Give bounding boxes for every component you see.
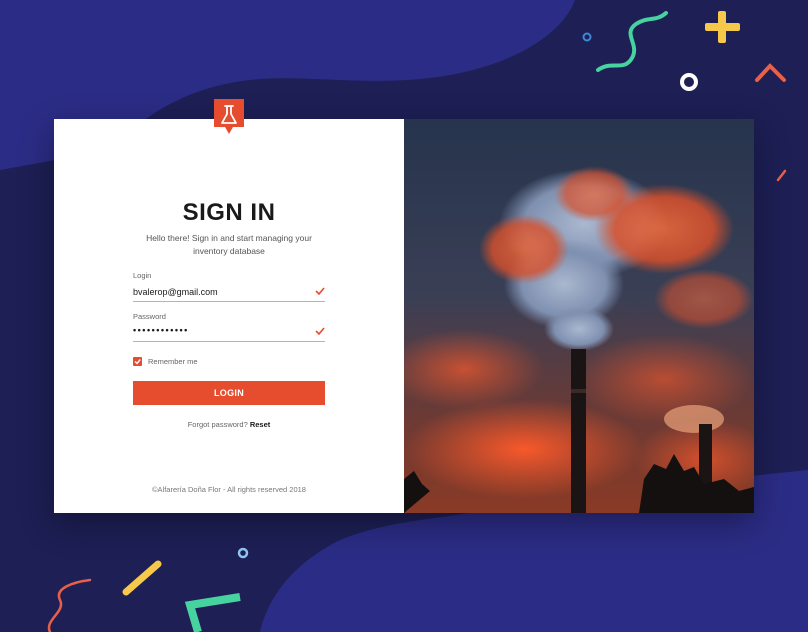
- page-subtitle: Hello there! Sign in and start managing …: [146, 233, 312, 256]
- logo-badge: [214, 99, 244, 135]
- confetti-chevron-orange: [755, 63, 786, 82]
- remember-label: Remember me: [148, 356, 198, 366]
- forgot-password-text: Forgot password?: [187, 420, 248, 429]
- confetti-squiggle-green: [596, 11, 668, 72]
- page-title: SIGN IN: [182, 199, 276, 226]
- forgot-password: Forgot password? Reset: [54, 420, 404, 429]
- checkmark-icon: [315, 287, 325, 295]
- password-label: Password: [133, 312, 166, 321]
- confetti-plus-yellow: [705, 11, 740, 43]
- flask-icon: [214, 99, 244, 134]
- login-button[interactable]: LOGIN: [133, 381, 325, 405]
- login-label: Login: [133, 271, 152, 280]
- checkmark-icon: [315, 327, 325, 335]
- remember-checkbox[interactable]: [133, 356, 142, 366]
- confetti-ring-blue: [582, 32, 592, 42]
- confetti-squiggle-orange: [47, 578, 92, 632]
- hero-image: [404, 119, 754, 513]
- login-value: bvalerop@gmail.com: [133, 287, 218, 297]
- sign-in-panel: SIGN IN Hello there! Sign in and start m…: [54, 99, 404, 513]
- password-field[interactable]: ••••••••••••: [133, 325, 325, 342]
- password-value: ••••••••••••: [133, 325, 189, 335]
- confetti-bar-yellow: [122, 560, 162, 596]
- remember-me[interactable]: Remember me: [133, 356, 198, 366]
- confetti-corner-green: [184, 593, 241, 632]
- confetti-ring-white: [680, 73, 698, 91]
- confetti-dash-orange: [776, 169, 787, 182]
- footer-copyright: ©Alfarería Doña Flor - All rights reserv…: [152, 485, 306, 494]
- confetti-ring-lightblue: [237, 547, 249, 559]
- reset-link[interactable]: Reset: [250, 420, 270, 429]
- checkbox-checked-icon: [134, 358, 141, 365]
- login-card: SIGN IN Hello there! Sign in and start m…: [54, 99, 754, 513]
- smokestack-photo: [404, 119, 754, 513]
- login-field[interactable]: bvalerop@gmail.com: [133, 285, 325, 302]
